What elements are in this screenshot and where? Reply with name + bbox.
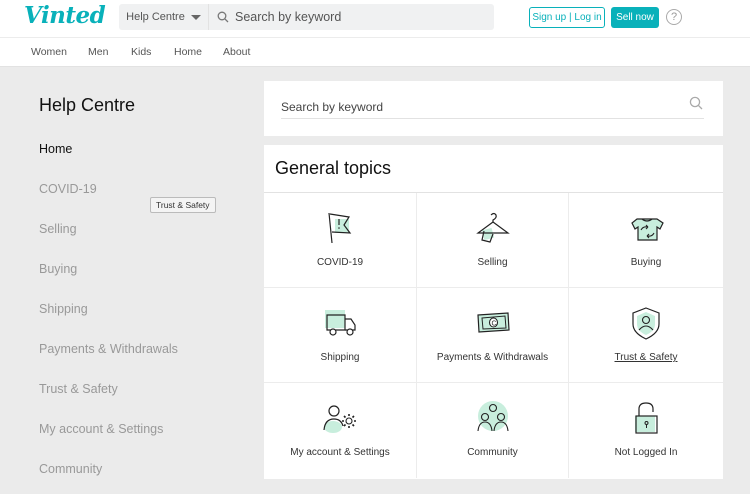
topic-label: Selling <box>477 257 508 268</box>
help-search-card <box>264 81 723 136</box>
chevron-down-icon <box>190 14 201 20</box>
topic-label: Not Logged In <box>614 447 678 458</box>
sidebar-item-shipping[interactable]: Shipping <box>39 302 88 316</box>
sidebar-item-home[interactable]: Home <box>39 142 72 156</box>
top-search-field <box>209 4 494 30</box>
sidebar-item-covid[interactable]: COVID-19 <box>39 182 97 196</box>
top-header: Vinted Help Centre Sign up | Log in Sell… <box>0 0 750 37</box>
svg-text:C: C <box>491 321 496 328</box>
nav-item-men[interactable]: Men <box>88 46 108 58</box>
nav-item-about[interactable]: About <box>223 46 250 58</box>
topic-label: Shipping <box>320 352 360 363</box>
vinted-logo[interactable]: Vinted <box>24 2 106 29</box>
nav-item-kids[interactable]: Kids <box>131 46 151 58</box>
sidebar-item-payments[interactable]: Payments & Withdrawals <box>39 342 178 356</box>
topic-buying[interactable]: Buying <box>569 193 723 288</box>
tshirt-exchange-icon <box>631 218 664 241</box>
user-gear-icon <box>323 405 356 433</box>
sidebar-item-account-settings[interactable]: My account & Settings <box>39 422 163 436</box>
sell-now-button[interactable]: Sell now <box>611 7 659 28</box>
category-nav: Women Men Kids Home About <box>0 37 750 67</box>
nav-item-home[interactable]: Home <box>174 46 202 58</box>
topics-grid: COVID-19 Selling Buying Shipping C Payme… <box>264 192 723 479</box>
topic-label: Community <box>467 447 518 458</box>
topic-label: My account & Settings <box>290 447 390 458</box>
category-select[interactable]: Help Centre <box>119 4 209 30</box>
padlock-icon <box>635 402 658 434</box>
sidebar-item-community[interactable]: Community <box>39 462 102 476</box>
sidebar-item-buying[interactable]: Buying <box>39 262 77 276</box>
tooltip: Trust & Safety <box>150 197 216 213</box>
truck-icon <box>325 310 356 336</box>
help-search-input[interactable] <box>281 97 704 119</box>
people-icon <box>476 401 509 432</box>
help-icon[interactable]: ? <box>666 9 682 25</box>
sidebar-item-trust-safety[interactable]: Trust & Safety <box>39 382 118 396</box>
search-icon <box>217 11 229 23</box>
topic-community[interactable]: Community <box>417 383 569 478</box>
general-topics-title: General topics <box>275 158 392 178</box>
topic-not-logged-in[interactable]: Not Logged In <box>569 383 723 478</box>
topic-shipping[interactable]: Shipping <box>264 288 417 383</box>
topic-label: Payments & Withdrawals <box>436 352 549 363</box>
banknote-icon: C <box>476 312 510 333</box>
signup-login-button[interactable]: Sign up | Log in <box>529 7 605 28</box>
flag-icon <box>328 212 352 244</box>
search-icon[interactable] <box>689 96 703 110</box>
hanger-tag-icon <box>475 212 510 243</box>
topic-label: Buying <box>630 257 662 268</box>
top-search-input[interactable] <box>235 10 485 24</box>
sidebar-item-selling[interactable]: Selling <box>39 222 77 236</box>
topic-selling[interactable]: Selling <box>417 193 569 288</box>
topic-label: Trust & Safety <box>614 352 678 363</box>
help-centre-main: Help Centre Home COVID-19 Selling Buying… <box>0 67 750 494</box>
shield-user-icon <box>632 307 660 340</box>
topic-label: COVID-19 <box>316 257 364 268</box>
topic-payments[interactable]: C Payments & Withdrawals <box>417 288 569 383</box>
topic-covid[interactable]: COVID-19 <box>264 193 417 288</box>
category-select-label: Help Centre <box>126 11 185 23</box>
help-centre-title: Help Centre <box>39 95 136 115</box>
nav-item-women[interactable]: Women <box>31 46 67 58</box>
top-search-bar: Help Centre <box>119 4 494 30</box>
topic-trust-safety[interactable]: Trust & Safety <box>569 288 723 383</box>
general-topics-card: General topics COVID-19 Selling Buying S… <box>264 145 723 479</box>
topic-account-settings[interactable]: My account & Settings <box>264 383 417 478</box>
